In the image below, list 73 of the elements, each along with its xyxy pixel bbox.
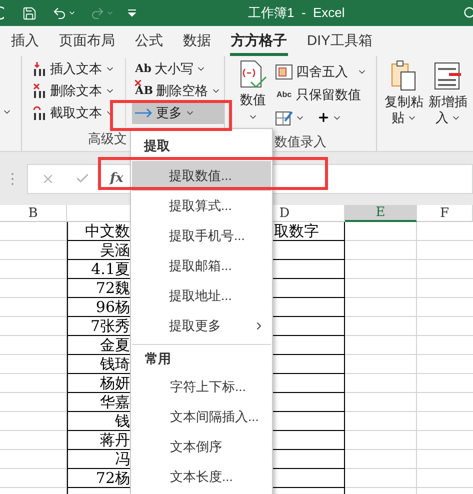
grid-cell [345,241,417,260]
number-button[interactable]: 数值 [237,60,269,132]
column-header[interactable]: E [345,205,417,222]
grid-cell [345,317,417,336]
ribbon-button[interactable]: 更多 [132,102,224,124]
ribbon-tab[interactable]: DIY工具箱 [306,28,374,56]
window-title: 工作簿1 - Excel [248,4,345,22]
grid-cell [0,374,67,393]
ribbon-button[interactable]: Abc 只保留数值 [275,83,367,106]
text-case-icon: Ab [135,60,152,78]
menu-section-header: 提取 [144,137,170,156]
grid-cell [0,431,67,450]
ribbon-large-button[interactable]: 新增插 入 [429,60,467,151]
ribbon-tab[interactable]: 插入 [10,28,40,56]
grid-cell [345,374,417,393]
grid-cell [345,412,417,431]
save-icon[interactable] [22,6,37,20]
caret-icon[interactable] [68,9,76,17]
group-label: 数值录入 [274,132,328,150]
ribbon-button[interactable]: AB 删除空格 [132,80,224,102]
grid-cell [345,393,417,412]
grid-cell [0,298,67,317]
plus-icon [317,111,330,124]
grip-icon [11,172,14,186]
ribbon-tab[interactable]: 公式 [134,28,164,56]
ribbon-button[interactable]: 插入文本 [30,58,122,80]
grid-cell [345,279,417,298]
text-tool-icon [33,83,47,99]
customize-icon[interactable] [128,9,136,17]
grid-cell [345,298,417,317]
grid-cell [345,450,417,469]
grid-cell [0,317,67,336]
grid-cell [0,393,67,412]
grid-cell [345,336,417,355]
table-icon [275,64,293,80]
grid-cell [0,241,67,260]
undo-icon[interactable] [52,6,67,20]
grid-cell [345,355,417,374]
ribbon-button[interactable]: 删除文本 [30,80,122,102]
document-check-icon [239,60,267,90]
grid-cell [0,450,67,469]
text-tool-icon [33,61,47,77]
column-header[interactable]: B [0,205,67,222]
grid-cell [345,469,417,488]
grid-cell [0,336,67,355]
insert-rows-icon [433,60,463,92]
add-button[interactable] [317,111,342,124]
edit-table-button[interactable] [275,110,305,126]
ribbon-button[interactable]: 截取文本 [30,102,122,124]
clipboard-icon [390,60,418,92]
grid-cell [0,469,67,488]
group-label: 高级文 [88,131,127,146]
grid-cell [345,431,417,450]
grid-cell [0,222,67,241]
grid-cell [0,412,67,431]
value-icon: Abc [275,88,293,100]
arrow-icon [135,108,154,118]
insert-function-button[interactable]: fx [110,168,124,188]
ribbon-button[interactable]: Ab 大小写 [132,58,224,80]
ribbon-tab[interactable]: 数据 [182,28,212,56]
text-tool-icon [33,105,47,121]
grid-cell [345,222,417,241]
column-header[interactable]: F [417,205,473,222]
grid-cell [345,260,417,279]
pencil-grid-icon [275,110,293,126]
ribbon-button[interactable]: 四舍五入 [275,60,367,83]
search-icon[interactable] [463,6,473,20]
ribbon-tab[interactable]: 页面布局 [58,28,116,56]
grid-cell [0,260,67,279]
grid-cell [0,279,67,298]
grid-cell [0,355,67,374]
ribbon-large-button[interactable]: 复制粘 贴 [385,60,423,151]
menu-item[interactable]: 提取数值... [132,161,271,191]
